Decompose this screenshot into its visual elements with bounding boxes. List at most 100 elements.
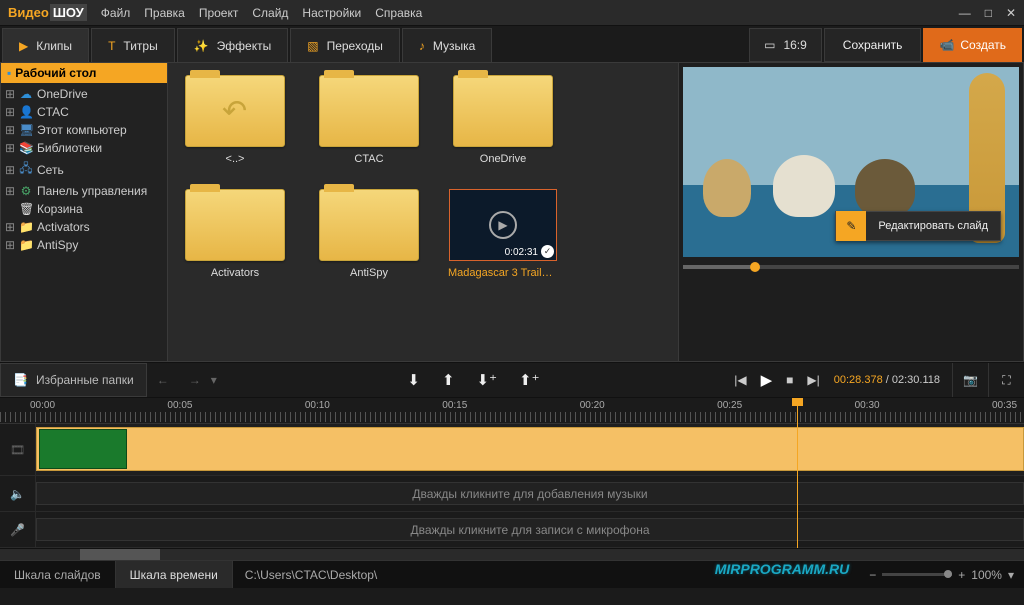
- ruler-mark: 00:20: [580, 400, 605, 411]
- tree-item-3[interactable]: ⊞📚Библиотеки: [1, 139, 167, 157]
- clip-thumbnail: [39, 429, 127, 469]
- transport-controls: |◀ ▶ ■ ▶| 00:28.378 / 02:30.118: [722, 363, 952, 397]
- edit-slide-button[interactable]: ✎ Редактировать слайд: [835, 211, 1001, 241]
- menu-edit[interactable]: Правка: [144, 6, 185, 20]
- folder-item[interactable]: OneDrive: [448, 75, 558, 165]
- ruler-mark: 00:30: [855, 400, 880, 411]
- back-button[interactable]: ←: [147, 363, 179, 397]
- menu-help[interactable]: Справка: [375, 6, 422, 20]
- mode-tabs: ▶ Клипы T Титры ✨ Эффекты ▧ Переходы ♪ М…: [0, 26, 1024, 62]
- tab-music[interactable]: ♪ Музыка: [402, 28, 492, 62]
- status-bar: Шкала слайдов Шкала времени C:\Users\CTA…: [0, 560, 1024, 588]
- tree-item-2[interactable]: ⊞🖥Этот компьютер: [1, 121, 167, 139]
- menu-settings[interactable]: Настройки: [302, 6, 361, 20]
- ruler-mark: 00:35: [992, 400, 1017, 411]
- favorites-button[interactable]: 📑 Избранные папки: [0, 363, 147, 397]
- star-icon: 📑: [13, 373, 28, 387]
- file-browser: <..> CTAC OneDrive Activators AntiSpy ▶0:02:3…: [168, 62, 679, 362]
- history-dropdown[interactable]: ▾: [211, 363, 225, 397]
- maximize-button[interactable]: □: [985, 6, 992, 20]
- create-button[interactable]: 📹 Создать: [923, 28, 1022, 62]
- forward-button[interactable]: →: [179, 363, 211, 397]
- ruler-mark: 00:00: [30, 400, 55, 411]
- folder-item[interactable]: CTAC: [314, 75, 424, 165]
- screen-icon: ▭: [764, 38, 775, 52]
- wand-icon: ✨: [194, 39, 209, 53]
- upload-all-icon[interactable]: ⬆⁺: [519, 371, 540, 389]
- timeline: 00:00 00:05 00:10 00:15 00:20 00:25 00:30 00:35…: [0, 398, 1024, 560]
- current-path: C:\Users\CTAC\Desktop\: [233, 561, 705, 588]
- watermark: MIRPROGRAMM.RU: [705, 561, 860, 588]
- music-icon: ♪: [419, 39, 425, 53]
- mic-icon: 🎤: [0, 512, 36, 547]
- video-item[interactable]: ▶0:02:31✓Madagascar 3 Trailer - ...: [448, 189, 558, 279]
- playhead[interactable]: [797, 398, 798, 560]
- record-mic-hint[interactable]: Дважды кликните для записи с микрофона: [36, 518, 1024, 541]
- tree-item-8[interactable]: ⊞📁AntiSpy: [1, 236, 167, 254]
- preview-panel: ✎ Редактировать слайд: [679, 62, 1024, 362]
- close-button[interactable]: ✕: [1006, 6, 1016, 20]
- add-music-hint[interactable]: Дважды кликните для добавления музыки: [36, 482, 1024, 505]
- tree-item-1[interactable]: ⊞👤CTAC: [1, 103, 167, 121]
- video-track: 🎞: [0, 424, 1024, 476]
- timeline-scrollbar[interactable]: [0, 548, 1024, 560]
- tree-item-5[interactable]: ⊞⚙Панель управления: [1, 182, 167, 200]
- tab-titles[interactable]: T Титры: [91, 28, 175, 62]
- transition-icon: ▧: [307, 39, 318, 53]
- preview-video[interactable]: ✎ Редактировать слайд: [683, 67, 1019, 257]
- desktop-icon: ▪: [7, 66, 11, 80]
- window-controls: — □ ✕: [959, 6, 1016, 20]
- tab-clips[interactable]: ▶ Клипы: [2, 28, 89, 62]
- play-icon: ▶: [19, 39, 28, 53]
- snapshot-button[interactable]: 📷: [952, 363, 988, 397]
- ruler-mark: 00:25: [717, 400, 742, 411]
- folder-item[interactable]: Activators: [180, 189, 290, 279]
- folder-up[interactable]: <..>: [180, 75, 290, 165]
- tree-item-0[interactable]: ⊞☁OneDrive: [1, 85, 167, 103]
- download-icon[interactable]: ⬇: [407, 371, 420, 389]
- menu-slide[interactable]: Слайд: [252, 6, 288, 20]
- mid-toolbar: 📑 Избранные папки ← → ▾ ⬇ ⬆ ⬇⁺ ⬆⁺ |◀ ▶ ■…: [0, 362, 1024, 398]
- video-track-body[interactable]: [36, 424, 1024, 475]
- minimize-button[interactable]: —: [959, 6, 971, 20]
- fullscreen-button[interactable]: ⛶: [988, 363, 1024, 397]
- tab-slides-scale[interactable]: Шкала слайдов: [0, 561, 116, 588]
- speaker-icon: 🔈: [0, 476, 36, 511]
- tree-item-4[interactable]: ⊞🖧Сеть: [1, 157, 167, 182]
- pencil-icon: ✎: [836, 211, 866, 241]
- prev-button[interactable]: |◀: [734, 373, 746, 387]
- app-logo: ВидеоШОУ: [8, 5, 87, 20]
- play-button[interactable]: ▶: [761, 371, 773, 389]
- tree-item-6[interactable]: 🗑Корзина: [1, 200, 167, 218]
- main-area: ▪ Рабочий стол ⊞☁OneDrive⊞👤CTAC⊞🖥Этот ко…: [0, 62, 1024, 362]
- tab-time-scale[interactable]: Шкала времени: [116, 561, 233, 588]
- camera-icon: 📹: [939, 38, 954, 52]
- tree-header[interactable]: ▪ Рабочий стол: [1, 63, 167, 83]
- timecode: 00:28.378 / 02:30.118: [834, 374, 940, 386]
- tab-transitions[interactable]: ▧ Переходы: [290, 28, 400, 62]
- menu-bar: ВидеоШОУ Файл Правка Проект Слайд Настро…: [0, 0, 1024, 26]
- zoom-control[interactable]: −+ 100% ▾: [859, 561, 1024, 588]
- menu-file[interactable]: Файл: [101, 6, 131, 20]
- menu-project[interactable]: Проект: [199, 6, 239, 20]
- ruler-mark: 00:10: [305, 400, 330, 411]
- download-all-icon[interactable]: ⬇⁺: [477, 371, 498, 389]
- tree-item-7[interactable]: ⊞📁Activators: [1, 218, 167, 236]
- tab-effects[interactable]: ✨ Эффекты: [177, 28, 289, 62]
- next-button[interactable]: ▶|: [807, 373, 819, 387]
- ruler-mark: 00:05: [167, 400, 192, 411]
- aspect-ratio-button[interactable]: ▭ 16:9: [749, 28, 822, 62]
- chevron-down-icon[interactable]: ▾: [1008, 568, 1014, 582]
- time-ruler[interactable]: 00:00 00:05 00:10 00:15 00:20 00:25 00:30 00:35: [0, 398, 1024, 424]
- stop-button[interactable]: ■: [786, 373, 793, 387]
- ruler-mark: 00:15: [442, 400, 467, 411]
- folder-tree: ▪ Рабочий стол ⊞☁OneDrive⊞👤CTAC⊞🖥Этот ко…: [0, 62, 168, 362]
- mic-track: 🎤 Дважды кликните для записи с микрофона: [0, 512, 1024, 548]
- folder-item[interactable]: AntiSpy: [314, 189, 424, 279]
- preview-seek-bar[interactable]: [683, 265, 1019, 269]
- video-track-icon: 🎞: [0, 424, 36, 475]
- upload-icon[interactable]: ⬆: [442, 371, 455, 389]
- timeline-clip[interactable]: [36, 427, 1024, 471]
- save-button[interactable]: Сохранить: [824, 28, 922, 62]
- music-track: 🔈 Дважды кликните для добавления музыки: [0, 476, 1024, 512]
